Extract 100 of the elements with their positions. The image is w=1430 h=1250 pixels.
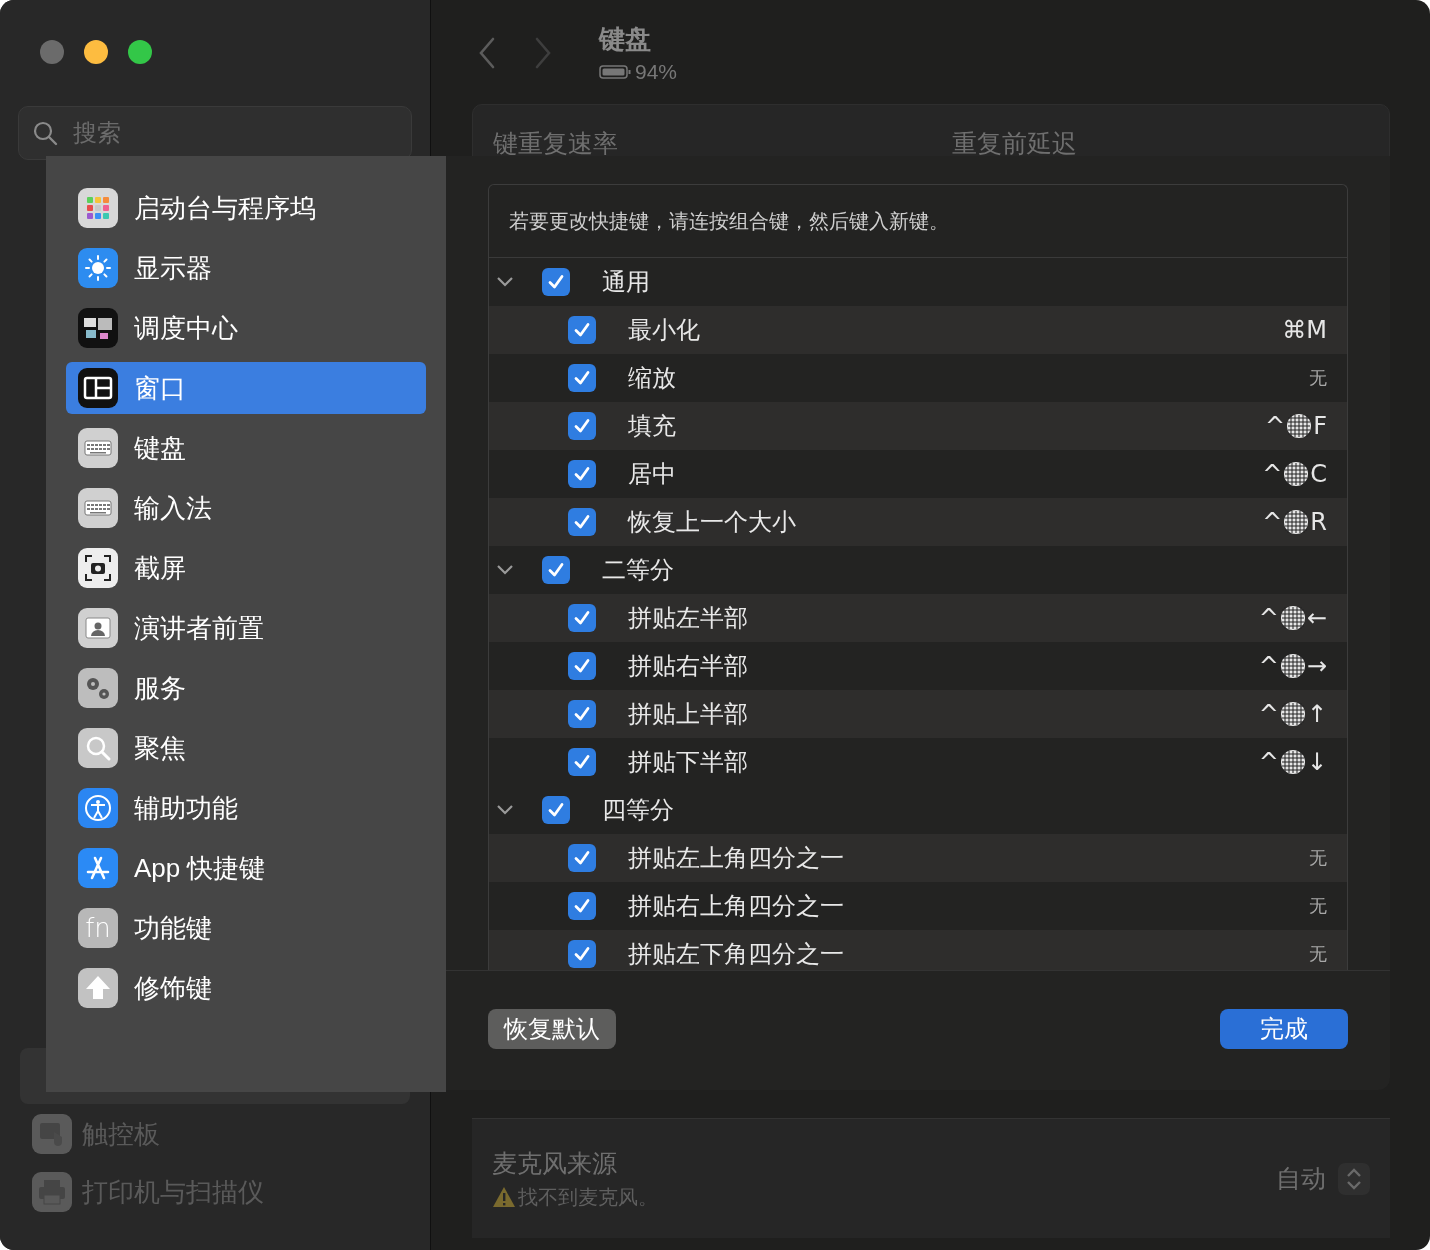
shortcut-text: ^ [1265,411,1286,442]
services-icon [78,668,118,708]
shortcut-label: 恢复上一个大小 [628,507,797,537]
group-label: 四等分 [602,795,674,825]
shortcut-text: ← [1306,603,1327,634]
keyboard-icon [78,428,118,468]
globe-icon [1283,461,1310,487]
setting-label: 重复前延迟 [952,128,1077,159]
shortcut-label: 拼贴左下角四分之一 [628,939,845,969]
menu-item[interactable]: fn 功能键 [66,902,426,954]
checkbox[interactable] [568,604,596,632]
globe-icon [1279,605,1306,631]
shortcut-text: C [1310,459,1327,490]
warning-text: 找不到麦克风。 [518,1185,658,1211]
shortcut-text: 无 [1309,366,1327,390]
minimize-button[interactable] [84,40,108,64]
restore-defaults-button[interactable]: 恢复默认 [488,1008,616,1049]
shortcut-text: 无 [1309,894,1327,918]
shortcut-text: F [1313,411,1327,442]
menu-item[interactable]: 修饰键 [66,962,426,1014]
spotlight-icon [78,728,118,768]
menu-item[interactable]: 服务 [66,662,426,714]
checkbox[interactable] [542,556,570,584]
shortcut-text: ^ [1258,651,1279,682]
shortcut-label: 拼贴左半部 [628,603,749,633]
printer-icon [32,1172,72,1212]
checkbox[interactable] [568,940,596,968]
search-icon [32,120,58,146]
menu-item[interactable]: 启动台与程序坞 [66,182,426,234]
checkbox[interactable] [568,844,596,872]
window-icon [78,368,118,408]
globe-icon [1283,509,1310,535]
menu-item[interactable]: 输入法 [66,482,426,534]
icon-background [78,908,118,948]
group-label: 二等分 [602,555,674,585]
checkbox[interactable] [568,508,596,536]
checkbox[interactable] [568,460,596,488]
shortcut-label: 拼贴上半部 [628,699,749,729]
globe-icon [1286,413,1313,439]
shortcut-text: → [1306,651,1327,682]
fn-key-label: fn [85,915,111,941]
stepper-icon [1338,1162,1370,1195]
launchpad-icon [78,188,118,228]
search-field[interactable]: 搜索 [18,106,412,160]
group-label: 通用 [602,267,650,297]
menu-item[interactable]: 聚焦 [66,722,426,774]
shortcut-label: 拼贴右上角四分之一 [628,891,845,921]
presenter-icon [78,608,118,648]
shortcut-text: ^ [1258,747,1279,778]
forward-icon [533,36,553,70]
battery-icon [599,63,631,80]
accessibility-icon [78,788,118,828]
menu-item[interactable]: 显示器 [66,242,426,294]
close-button[interactable] [40,40,64,64]
shortcut-text: ^ [1258,603,1279,634]
menu-item[interactable]: 键盘 [66,422,426,474]
shortcut-text: ↓ [1306,747,1327,778]
menu-item[interactable]: 窗口 [66,362,426,414]
back-icon [477,36,497,70]
checkbox[interactable] [542,796,570,824]
done-button[interactable]: 完成 [1220,1008,1348,1049]
checkbox[interactable] [568,316,596,344]
globe-icon [1279,653,1306,679]
shortcut-text: ⌘M [1282,315,1327,346]
shortcut-label: 缩放 [628,363,677,393]
checkbox[interactable] [568,652,596,680]
globe-icon [1279,749,1306,775]
checkbox[interactable] [542,268,570,296]
shortcut-text: 无 [1309,846,1327,870]
setting-label: 麦克风来源 [492,1147,618,1179]
warning-icon [492,1186,516,1209]
setting-label: 键重复速率 [493,128,619,159]
globe-icon [1279,701,1306,727]
shortcut-label: 最小化 [628,315,701,345]
zoom-button[interactable] [128,40,152,64]
shortcut-label: 拼贴左上角四分之一 [628,843,845,873]
appstore-icon [78,848,118,888]
menu-item[interactable]: 调度中心 [66,302,426,354]
shortcut-label: 拼贴右半部 [628,651,749,681]
checkbox[interactable] [568,412,596,440]
menu-item[interactable]: 截屏 [66,542,426,594]
screenshot-icon [78,548,118,588]
checkbox[interactable] [568,748,596,776]
checkbox[interactable] [568,892,596,920]
shortcut-label: 填充 [628,411,677,441]
modifier-icon [78,968,118,1008]
menu-item[interactable]: 辅助功能 [66,782,426,834]
shortcut-label: 拼贴下半部 [628,747,749,777]
checkbox[interactable] [568,700,596,728]
battery-percentage: 94% [635,59,678,85]
checkbox[interactable] [568,364,596,392]
trackpad-icon [32,1114,72,1154]
shortcut-text: ↑ [1306,699,1327,730]
keyboard-icon [78,488,118,528]
shortcut-text: R [1310,507,1327,538]
display-icon [78,248,118,288]
menu-item[interactable]: 演讲者前置 [66,602,426,654]
window-title: 键盘 [599,23,652,56]
popup-value: 自动 [1276,1162,1326,1194]
menu-item[interactable]: App 快捷键 [66,842,426,894]
